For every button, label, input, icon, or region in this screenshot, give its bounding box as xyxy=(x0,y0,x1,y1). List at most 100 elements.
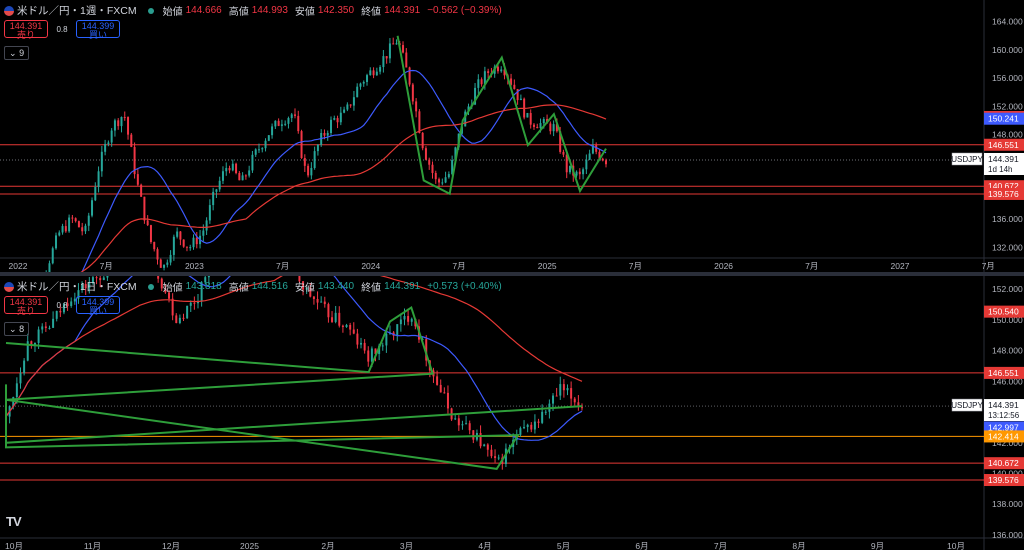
candle-body xyxy=(336,118,339,123)
candle-body xyxy=(163,264,166,268)
candle-body xyxy=(447,174,450,178)
candle-body xyxy=(349,104,352,106)
daily-low-label: 安値 xyxy=(294,283,315,294)
daily-close-label: 終値 xyxy=(361,283,382,294)
time-tick-label: 7月 xyxy=(714,541,727,550)
candle-body xyxy=(81,227,84,232)
candle-body xyxy=(271,126,274,136)
zigzag-line xyxy=(396,35,607,196)
daily-indicators-toggle[interactable]: ⌄ 8 xyxy=(4,322,30,336)
zigzag-line xyxy=(5,306,583,470)
candle-body xyxy=(97,171,100,187)
price-level-value: 140.672 xyxy=(988,458,1019,468)
candle-body xyxy=(176,231,179,237)
candle-body xyxy=(339,112,342,123)
candle-body xyxy=(526,113,529,118)
candle-body xyxy=(37,329,40,343)
price-tick-label: 132.000 xyxy=(992,242,1023,252)
candle-body xyxy=(402,45,405,53)
daily-sell-button[interactable]: 144.391 売り xyxy=(4,296,48,316)
candle-body xyxy=(64,226,67,232)
candle-body xyxy=(585,159,588,170)
price-level-value: 139.576 xyxy=(988,189,1019,199)
time-tick-label: 2024 xyxy=(361,261,380,271)
price-tick-label: 148.000 xyxy=(992,346,1023,356)
candle-body xyxy=(172,236,175,255)
candle-body xyxy=(343,109,346,113)
symbol-tag-text: USDJPY xyxy=(951,155,983,164)
candle-body xyxy=(573,398,576,403)
candle-body xyxy=(367,350,370,362)
time-tick-label: 8月 xyxy=(792,541,805,550)
candle-body xyxy=(385,333,388,346)
time-tick-label: 2025 xyxy=(538,261,557,271)
candle-body xyxy=(537,421,540,423)
candle-body xyxy=(454,418,457,420)
candle-body xyxy=(182,239,185,247)
weekly-sell-button[interactable]: 144.391 売り xyxy=(4,20,48,40)
price-tick-label: 136.000 xyxy=(992,214,1023,224)
candle-body xyxy=(169,254,172,263)
daily-symbol-title[interactable]: 米ドル／円・1日・FXCM xyxy=(17,279,137,294)
price-tick-label: 148.000 xyxy=(992,130,1023,140)
price-level-value: 146.551 xyxy=(988,140,1019,150)
candle-body xyxy=(241,175,244,181)
candle-body xyxy=(330,119,333,133)
candle-body xyxy=(578,171,581,175)
candle-body xyxy=(293,114,296,116)
time-tick-label: 2023 xyxy=(185,261,204,271)
candle-body xyxy=(123,117,126,119)
candle-body xyxy=(486,444,489,450)
candle-body xyxy=(352,97,355,106)
weekly-chart-canvas[interactable]: 132.000136.000140.000144.000148.000152.0… xyxy=(0,0,1024,272)
symbol-tag-text: USDJPY xyxy=(951,401,983,410)
candle-body xyxy=(549,123,552,132)
candle-body xyxy=(313,151,316,168)
candle-body xyxy=(363,342,366,351)
candle-body xyxy=(436,376,439,385)
candle-body xyxy=(284,123,287,125)
last-price-value: 144.391 xyxy=(988,400,1019,410)
candle-body xyxy=(366,75,369,82)
candle-body xyxy=(334,312,337,322)
candle-body xyxy=(74,218,77,222)
daily-buy-button[interactable]: 144.399 買い xyxy=(76,296,120,316)
candle-body xyxy=(48,263,51,272)
candle-body xyxy=(468,423,471,431)
daily-chart-canvas[interactable]: 136.000138.000140.000142.000144.000146.0… xyxy=(0,276,1024,550)
candle-body xyxy=(349,324,352,330)
candle-body xyxy=(382,56,385,68)
daily-trade-buttons: 144.391 売り 0.8 144.399 買い xyxy=(4,296,120,316)
time-tick-label: 7月 xyxy=(276,261,289,271)
time-tick-label: 7月 xyxy=(982,261,995,271)
candle-body xyxy=(297,115,300,132)
weekly-symbol-title[interactable]: 米ドル／円・1週・FXCM xyxy=(17,3,137,18)
time-tick-label: 7月 xyxy=(100,261,113,271)
candle-body xyxy=(568,165,571,173)
price-tick-label: 160.000 xyxy=(992,45,1023,55)
time-tick-label: 4月 xyxy=(478,541,491,550)
time-tick-label: 12月 xyxy=(162,541,180,550)
daily-open-value: 143.818 xyxy=(185,281,222,292)
candle-body xyxy=(61,226,64,233)
daily-chart-pane[interactable]: 136.000138.000140.000142.000144.000146.0… xyxy=(0,276,1024,550)
weekly-open-value: 144.666 xyxy=(185,5,222,16)
candle-body xyxy=(320,301,323,303)
weekly-chart-pane[interactable]: 132.000136.000140.000144.000148.000152.0… xyxy=(0,0,1024,272)
price-tick-label: 152.000 xyxy=(992,101,1023,111)
candle-body xyxy=(333,118,336,120)
candle-body xyxy=(218,180,221,190)
candle-body xyxy=(310,167,313,176)
tradingview-logo[interactable]: TV xyxy=(6,514,22,529)
weekly-indicators-toggle[interactable]: ⌄ 9 xyxy=(4,46,30,60)
daily-low-value: 143.440 xyxy=(317,281,355,292)
candle-body xyxy=(345,324,348,328)
candle-body xyxy=(244,175,247,177)
weekly-buy-button[interactable]: 144.399 買い xyxy=(76,20,120,40)
price-tick-label: 156.000 xyxy=(992,73,1023,83)
candle-body xyxy=(443,392,446,394)
candle-body xyxy=(156,249,159,260)
candle-body xyxy=(552,395,555,404)
candle-body xyxy=(530,424,533,430)
weekly-sell-label: 売り xyxy=(16,30,35,40)
